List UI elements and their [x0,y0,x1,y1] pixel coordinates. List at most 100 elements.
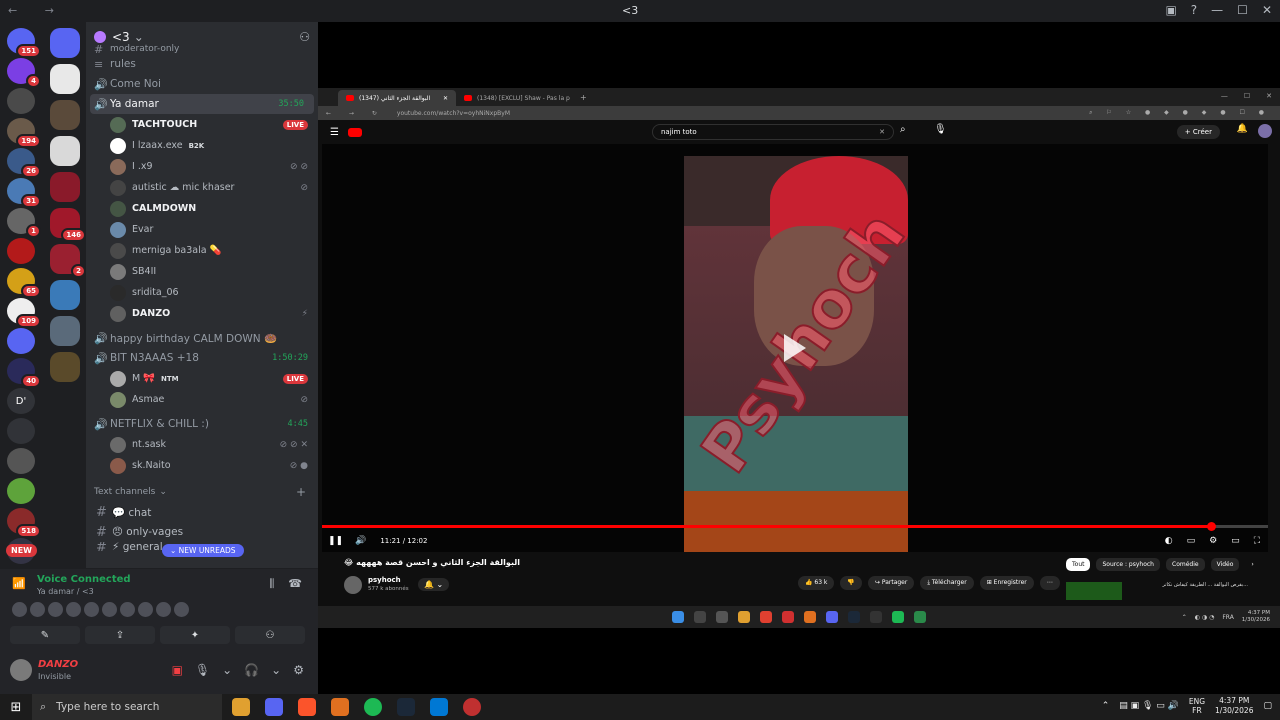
browser-tab[interactable]: (1348) [EXCLU] Shaw - Pas la p ✕ [456,90,574,106]
channel-come-noi[interactable]: 🔊 Come Noi [86,74,318,94]
chevron-up-icon[interactable]: ⌃ [1182,614,1187,621]
volume-icon[interactable]: 🔊 [355,536,366,546]
server-icon[interactable]: 40 [7,358,41,388]
server-icon[interactable] [50,280,80,310]
brave-icon[interactable] [298,698,316,716]
avatar[interactable] [1258,124,1272,138]
discord-icon[interactable] [826,611,838,623]
discord-icon[interactable] [265,698,283,716]
video-player[interactable]: Psyhoch [322,144,1268,552]
app-icon[interactable] [782,611,794,623]
close-icon[interactable]: ✕ [443,95,448,102]
remote-clock[interactable]: 4:37 PM 1/30/2026 [1242,610,1270,624]
theater-icon[interactable]: ▭ [1231,536,1240,546]
pause-icon[interactable]: ❚❚ [328,536,343,546]
close-button[interactable]: ✕ [1266,92,1272,100]
chevron-down-icon[interactable]: ⌄ [222,663,232,677]
subtitles-icon[interactable]: ▭ [1187,536,1196,546]
voice-channel-ya-damar[interactable]: 🔊 Ya damar 35:50 [90,94,314,114]
server-icon[interactable] [50,136,80,166]
inbox-icon[interactable]: ▣ [1165,3,1176,17]
server-icon[interactable] [50,100,80,130]
app-icon[interactable] [804,611,816,623]
microphone-icon[interactable]: 🎙 [934,124,947,135]
disconnect-icon[interactable]: ☎ [288,577,302,591]
search-icon[interactable]: ⌕ [900,124,906,135]
recommendation-title[interactable]: ...بقرص البوالقة ... الطريقة كيفاش نكاتر [1128,582,1248,588]
share-button[interactable]: ↪ Partager [867,576,915,590]
browser-nav[interactable]: ← → ↻ [326,110,385,117]
avatar[interactable] [10,659,32,681]
avatar[interactable] [30,602,45,617]
activities-button[interactable]: ✦ [160,626,230,644]
file-explorer-icon[interactable] [232,698,250,716]
server-icon[interactable]: 151 [7,28,41,58]
text-channel-only-vages[interactable]: # 😠 only-vages [86,522,318,542]
language-indicator[interactable]: ENG FR [1189,697,1205,715]
server-icon[interactable]: 146 [50,208,86,242]
username[interactable]: DANZO [38,659,78,670]
search-icon[interactable] [694,611,706,623]
voice-user[interactable]: sridita_06 [86,282,318,303]
voice-location[interactable]: Ya damar / <3 [37,587,94,596]
microphone-icon[interactable]: 🎙 [195,663,210,677]
settings-icon[interactable]: ⚙ [1209,536,1217,546]
extension-icons[interactable]: ⌕ ⚐ ☆ ● ◆ ● ◆ ● ☐ ● [1089,109,1270,117]
voice-channel-birthday[interactable]: 🔊 happy birthday CALM DOWN 🍩 [86,328,318,348]
server-icon[interactable] [50,28,80,58]
autoplay-toggle[interactable]: ◐ [1165,536,1173,546]
chip[interactable]: Source : psyhoch [1096,558,1160,571]
soundboard-icon[interactable]: ⫼ [269,577,274,591]
voice-user[interactable]: sk.Naito ⊘ ● [86,455,318,476]
server-icon[interactable] [7,478,35,504]
server-icon[interactable]: 26 [7,148,41,178]
app-icon[interactable] [331,698,349,716]
menu-icon[interactable]: ☰ [330,127,339,138]
server-icon[interactable] [7,238,35,264]
voice-user[interactable]: I lzaax.exe B2K [86,135,318,156]
notifications-icon[interactable]: ▢ [1263,701,1272,711]
close-button[interactable]: ✕ [1262,3,1272,17]
play-icon[interactable] [784,334,806,362]
avatar[interactable] [48,602,63,617]
screen-share-stream[interactable]: البوالقة الجزء الثاني (1347) ✕ (1348) [E… [318,88,1280,628]
tray-icons[interactable]: ◐ ◑ ◔ [1195,614,1215,621]
add-channel-icon[interactable]: + [296,485,306,499]
download-button[interactable]: ⤓ Télécharger [920,576,974,590]
app-icon[interactable] [870,611,882,623]
voice-user[interactable]: I .x9 ⊘ ⊘ [86,156,318,177]
signal-icon[interactable]: 📶 [12,577,26,590]
voice-user[interactable]: merniga ba3ala 💊 [86,240,318,261]
steam-icon[interactable] [848,611,860,623]
avatar[interactable] [344,576,362,594]
chevron-right-icon[interactable]: › [1245,558,1259,571]
avatar[interactable] [84,602,99,617]
steam-icon[interactable] [397,698,415,716]
voice-user[interactable]: autistic ☁ mic khaser ⊘ [86,177,318,198]
add-friend-icon[interactable]: ⚇ [299,30,310,44]
url-field[interactable]: youtube.com/watch?v=oyhNiNxpByM [397,110,510,117]
app-icon[interactable] [463,698,481,716]
server-icon[interactable]: 109 [7,298,41,328]
voice-user[interactable]: SB4II [86,261,318,282]
voice-user[interactable]: M 🎀 NTM LIVE [86,368,318,389]
youtube-logo[interactable] [348,127,362,137]
chevron-up-icon[interactable]: ⌃ [1102,701,1110,711]
server-icon[interactable] [50,316,80,346]
windows-start-icon[interactable]: ⊞ [0,700,32,715]
clear-icon[interactable]: ✕ [879,128,885,136]
server-icon[interactable]: 2 [50,244,86,278]
server-icon[interactable]: 194 [7,118,41,148]
chip[interactable]: Comédie [1166,558,1205,571]
server-icon[interactable] [50,352,80,382]
windows-icon[interactable] [672,611,684,623]
server-icon[interactable]: 1 [7,208,41,238]
server-icon[interactable] [7,328,35,354]
maximize-button[interactable]: ☐ [1244,92,1250,100]
text-channel-chat[interactable]: # 💬 chat [86,502,318,522]
new-tab-button[interactable]: + [580,93,587,102]
server-icon[interactable]: 518 [7,508,41,538]
server-icon[interactable]: 31 [7,178,41,208]
search-input[interactable]: najim toto ✕ [652,124,894,140]
subscribed-button[interactable]: 🔔 ⌄ [418,578,450,591]
